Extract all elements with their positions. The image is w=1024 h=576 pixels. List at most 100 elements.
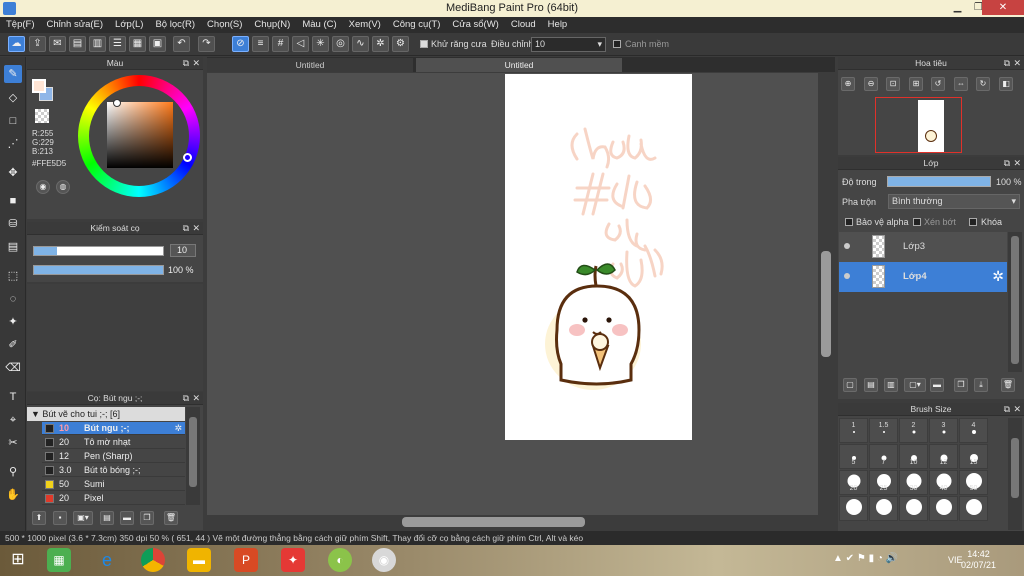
brush-size-cell[interactable]: 50 bbox=[959, 470, 988, 495]
medibang-taskbar-icon[interactable]: ◉ bbox=[372, 548, 396, 572]
adjust-select[interactable]: 10 ▾ bbox=[531, 37, 606, 52]
merge-icon[interactable]: ⤓ bbox=[974, 378, 988, 392]
duplicate-icon[interactable]: ❐ bbox=[954, 378, 968, 392]
actual-size-icon[interactable]: ⊞ bbox=[909, 77, 923, 91]
clip-checkbox[interactable] bbox=[913, 218, 921, 226]
no-snap-icon[interactable]: ⊘ bbox=[232, 36, 249, 52]
eye-icon[interactable] bbox=[844, 273, 850, 279]
undock-icon[interactable]: ⧉ bbox=[1004, 403, 1010, 416]
brush-size-cell[interactable]: 5 bbox=[839, 444, 868, 469]
menu-view[interactable]: Xem(V) bbox=[349, 17, 381, 33]
app-icon-red[interactable]: ✦ bbox=[281, 548, 305, 572]
menu-window[interactable]: Cửa sổ(W) bbox=[452, 17, 498, 33]
eye-icon[interactable] bbox=[844, 243, 850, 249]
menu-snap[interactable]: Chụp(N) bbox=[254, 17, 290, 33]
clock[interactable]: 14:42 02/07/21 bbox=[961, 549, 996, 571]
canvas-horizontal-scrollbar[interactable] bbox=[207, 515, 835, 529]
undock-icon[interactable]: ⧉ bbox=[1004, 57, 1010, 70]
eyedropper-tool-icon[interactable]: ⚲ bbox=[4, 463, 22, 481]
perspective-snap-icon[interactable]: ◁ bbox=[292, 36, 309, 52]
brush-size-slider[interactable] bbox=[33, 246, 164, 256]
menu-select[interactable]: Chọn(S) bbox=[207, 17, 242, 33]
flip-icon[interactable]: ⇔ bbox=[954, 77, 968, 91]
operation-tool-icon[interactable]: ⌖ bbox=[4, 411, 22, 429]
brush-group-header[interactable]: ▼ Bút vẽ cho tui ;-; [6] bbox=[27, 407, 185, 421]
tab-untitled-1[interactable]: Untitled bbox=[207, 58, 413, 72]
brush-size-cell[interactable] bbox=[869, 496, 898, 521]
brush-size-cell[interactable]: 25 bbox=[869, 470, 898, 495]
brush-list-item[interactable]: 50 Sumi bbox=[42, 478, 185, 491]
menu-filter[interactable]: Bộ lọc(R) bbox=[155, 17, 195, 33]
menu-help[interactable]: Help bbox=[548, 17, 568, 33]
brush-list-item[interactable]: 10 Bút ngu ;-; ✲ bbox=[42, 422, 185, 435]
duplicate-icon[interactable]: ❐ bbox=[140, 511, 154, 525]
undock-icon[interactable]: ⧉ bbox=[183, 57, 189, 70]
antialias-checkbox[interactable] bbox=[420, 40, 428, 48]
app-icon-green[interactable]: ◐ bbox=[328, 548, 352, 572]
foreground-color-swatch[interactable] bbox=[32, 79, 46, 93]
grid-icon[interactable]: ▦ bbox=[129, 36, 146, 52]
canvas-vertical-scrollbar[interactable] bbox=[818, 73, 835, 515]
rotate-left-icon[interactable]: ↺ bbox=[931, 77, 945, 91]
vertical-scroll-thumb[interactable] bbox=[821, 251, 831, 357]
brush-size-cell[interactable]: 30 bbox=[899, 470, 928, 495]
tab-untitled-2[interactable]: Untitled bbox=[416, 58, 622, 72]
undock-icon[interactable]: ⧉ bbox=[1004, 157, 1010, 170]
parallel-snap-icon[interactable]: ≡ bbox=[252, 36, 269, 52]
brush-size-cell[interactable]: 20 bbox=[839, 470, 868, 495]
share-icon[interactable]: ⇪ bbox=[29, 36, 46, 52]
settings-icon[interactable]: ⚙ bbox=[392, 36, 409, 52]
redo-icon[interactable]: ↷ bbox=[198, 36, 215, 52]
internet-explorer-icon[interactable]: e bbox=[95, 548, 119, 572]
smooth-checkbox[interactable] bbox=[613, 40, 621, 48]
brush-size-cell[interactable]: 1.5 bbox=[869, 418, 898, 443]
hand-tool-icon[interactable]: ✋ bbox=[4, 486, 22, 504]
comment-icon[interactable]: ▤ bbox=[69, 36, 86, 52]
select-pen-icon[interactable]: ✐ bbox=[4, 336, 22, 354]
brush-size-value[interactable]: 10 bbox=[170, 244, 196, 257]
brush-menu-icon[interactable]: ▣▾ bbox=[73, 511, 93, 525]
trash-icon[interactable]: 🗑 bbox=[164, 511, 178, 525]
close-icon[interactable]: ✕ bbox=[192, 222, 200, 235]
rotate-right-icon[interactable]: ↻ bbox=[976, 77, 990, 91]
curve-snap-icon[interactable]: ∿ bbox=[352, 36, 369, 52]
select-eraser-icon[interactable]: ⌫ bbox=[4, 359, 22, 377]
brush-tool-icon[interactable]: ✎ bbox=[4, 65, 22, 83]
zoom-in-icon[interactable]: ⊕ bbox=[841, 77, 855, 91]
brush-list-scroll-thumb[interactable] bbox=[189, 417, 197, 487]
saturation-value-square[interactable] bbox=[107, 102, 173, 168]
close-icon[interactable]: ✕ bbox=[192, 57, 200, 70]
gear-icon[interactable]: ✲ bbox=[992, 268, 1004, 285]
windows-start-icon[interactable]: ⊞ bbox=[6, 548, 30, 572]
document-icon[interactable]: ▥ bbox=[89, 36, 106, 52]
close-icon[interactable]: ✕ bbox=[1013, 157, 1021, 170]
brush-size-cell[interactable]: 15 bbox=[959, 444, 988, 469]
menu-file[interactable]: Tệp(F) bbox=[6, 17, 35, 33]
gear-icon[interactable]: ✲ bbox=[174, 422, 182, 435]
brush-opacity-slider[interactable] bbox=[33, 265, 164, 275]
powerpoint-icon[interactable]: P bbox=[234, 548, 258, 572]
brush-size-cell[interactable] bbox=[929, 496, 958, 521]
new-layer-icon[interactable]: ▢ bbox=[843, 378, 857, 392]
lasso-tool-icon[interactable]: ◌ bbox=[4, 290, 22, 308]
palette-add-icon[interactable]: ◍ bbox=[56, 180, 70, 194]
brush-size-cell[interactable]: 1 bbox=[839, 418, 868, 443]
palette-icon[interactable]: ◉ bbox=[36, 180, 50, 194]
fill-rect-tool-icon[interactable]: ■ bbox=[4, 192, 22, 210]
tray-icons[interactable]: ▲ ✔ ⚑ ▮ ◔ 🔊 bbox=[833, 553, 898, 564]
menu-edit[interactable]: Chỉnh sửa(E) bbox=[47, 17, 104, 33]
add-brush-icon[interactable]: ⬆ bbox=[32, 511, 46, 525]
bucket-tool-icon[interactable]: ⛁ bbox=[4, 215, 22, 233]
menu-color[interactable]: Màu (C) bbox=[302, 17, 336, 33]
brush-size-cell[interactable] bbox=[959, 496, 988, 521]
brush-list-scrollbar[interactable] bbox=[186, 407, 200, 505]
brush-size-cell[interactable] bbox=[899, 496, 928, 521]
panel-icon[interactable]: ▣ bbox=[149, 36, 166, 52]
list-icon[interactable]: ☰ bbox=[109, 36, 126, 52]
brush-size-cell[interactable]: 4 bbox=[959, 418, 988, 443]
radial-snap-icon[interactable]: ✳ bbox=[312, 36, 329, 52]
file-explorer-icon[interactable]: ▬ bbox=[187, 548, 211, 572]
save-brush-icon[interactable]: ▪ bbox=[53, 511, 67, 525]
brush-list-item[interactable]: 3.0 Bút tô bóng ;-; bbox=[42, 464, 185, 477]
menu-cloud[interactable]: Cloud bbox=[511, 17, 536, 33]
